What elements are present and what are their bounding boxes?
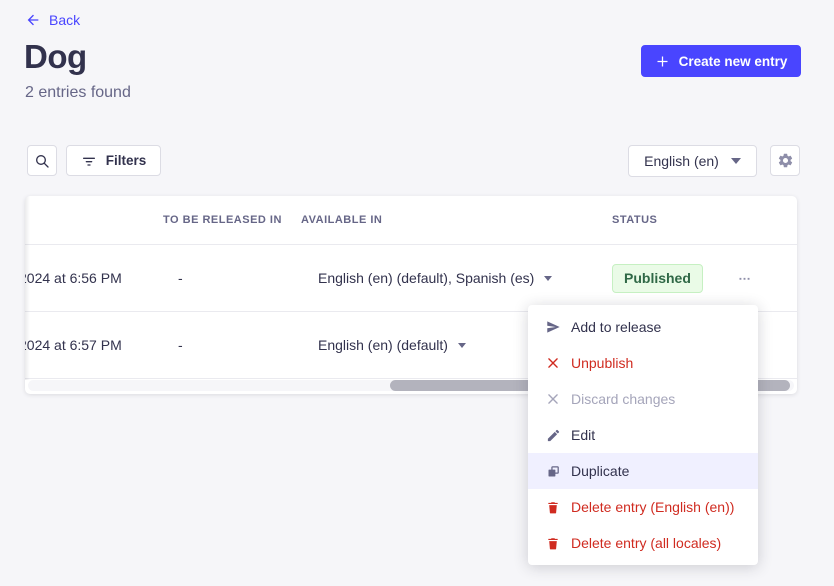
back-label: Back bbox=[49, 12, 80, 28]
to-be-released-cell: - bbox=[163, 270, 301, 286]
create-button-label: Create new entry bbox=[679, 54, 788, 69]
trash-icon bbox=[545, 535, 561, 551]
column-header-status: STATUS bbox=[612, 214, 722, 226]
arrow-left-icon bbox=[25, 12, 41, 28]
menu-item-delete-entry-all-locales[interactable]: Delete entry (all locales) bbox=[528, 525, 758, 561]
column-header-available-in: AVAILABLE IN bbox=[301, 214, 612, 226]
menu-item-label: Delete entry (all locales) bbox=[571, 535, 721, 551]
menu-item-add-to-release[interactable]: Add to release bbox=[528, 309, 758, 345]
page-title: Dog bbox=[24, 38, 87, 76]
search-button[interactable] bbox=[27, 145, 57, 176]
locale-select[interactable]: English (en) bbox=[628, 145, 757, 177]
status-badge: Published bbox=[612, 264, 703, 293]
more-horizontal-icon bbox=[737, 271, 752, 286]
pencil-icon bbox=[545, 427, 561, 443]
paper-plane-icon bbox=[545, 319, 561, 335]
updated-at-cell: 2024 at 6:57 PM bbox=[25, 337, 163, 353]
menu-item-label: Discard changes bbox=[571, 391, 675, 407]
table-row[interactable]: 2024 at 6:56 PM - English (en) (default)… bbox=[25, 245, 797, 312]
filter-icon bbox=[81, 153, 97, 169]
menu-item-label: Add to release bbox=[571, 319, 661, 335]
cross-icon bbox=[545, 355, 561, 371]
available-in-cell: English (en) (default), Spanish (es) bbox=[301, 270, 612, 286]
locale-selected-value: English (en) bbox=[644, 153, 719, 169]
content-manager-page: Back Dog 2 entries found Create new entr… bbox=[0, 0, 834, 586]
menu-item-label: Duplicate bbox=[571, 463, 629, 479]
menu-item-edit[interactable]: Edit bbox=[528, 417, 758, 453]
menu-item-label: Unpublish bbox=[571, 355, 633, 371]
chevron-down-icon bbox=[731, 158, 741, 164]
chevron-down-icon[interactable] bbox=[458, 343, 466, 348]
status-cell: Published bbox=[612, 264, 722, 293]
create-new-entry-button[interactable]: Create new entry bbox=[641, 45, 801, 77]
menu-item-delete-entry-locale[interactable]: Delete entry (English (en)) bbox=[528, 489, 758, 525]
settings-button[interactable] bbox=[770, 145, 800, 176]
chevron-down-icon[interactable] bbox=[544, 276, 552, 281]
row-actions-menu: Add to release Unpublish Discard changes… bbox=[528, 305, 758, 565]
duplicate-icon bbox=[545, 463, 561, 479]
menu-item-discard-changes[interactable]: Discard changes bbox=[528, 381, 758, 417]
to-be-released-cell: - bbox=[163, 337, 301, 353]
trash-icon bbox=[545, 499, 561, 515]
back-link[interactable]: Back bbox=[25, 12, 80, 28]
menu-item-label: Edit bbox=[571, 427, 595, 443]
available-locales: English (en) (default), Spanish (es) bbox=[318, 270, 534, 286]
updated-at-cell: 2024 at 6:56 PM bbox=[25, 270, 163, 286]
available-locales: English (en) (default) bbox=[318, 337, 448, 353]
menu-item-duplicate[interactable]: Duplicate bbox=[528, 453, 758, 489]
row-more-actions-button[interactable] bbox=[722, 271, 797, 286]
table-header-row: TO BE RELEASED IN AVAILABLE IN STATUS bbox=[25, 196, 797, 245]
gear-icon bbox=[777, 152, 794, 169]
entries-count: 2 entries found bbox=[25, 84, 131, 102]
search-icon bbox=[34, 153, 50, 169]
plus-icon bbox=[655, 54, 670, 69]
filters-button[interactable]: Filters bbox=[66, 145, 161, 176]
column-header-to-be-released-in: TO BE RELEASED IN bbox=[163, 214, 301, 226]
cross-icon bbox=[545, 391, 561, 407]
menu-item-unpublish[interactable]: Unpublish bbox=[528, 345, 758, 381]
filters-label: Filters bbox=[106, 153, 147, 168]
menu-item-label: Delete entry (English (en)) bbox=[571, 499, 734, 515]
